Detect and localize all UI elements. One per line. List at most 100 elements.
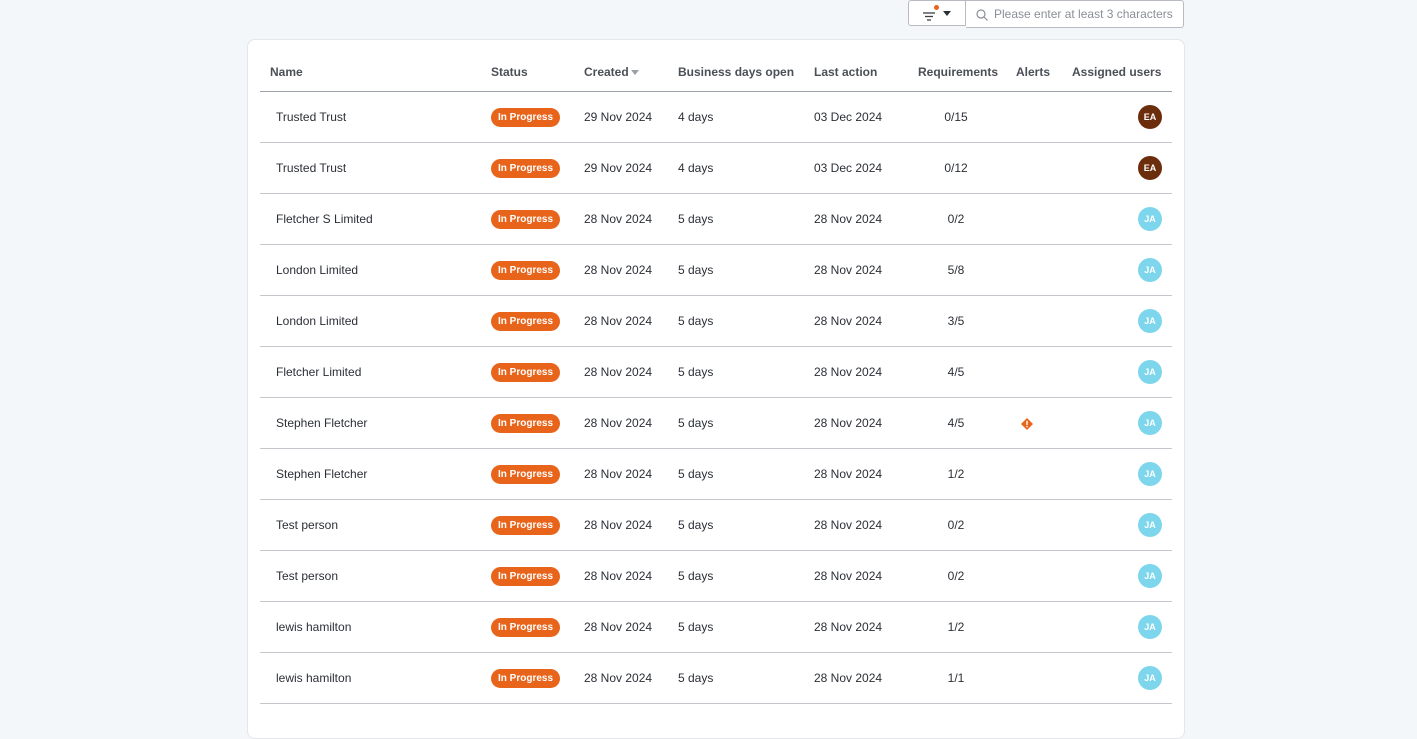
assigned-user-avatar[interactable]: JA [1138,462,1162,486]
table-row[interactable]: London Limited In Progress 28 Nov 2024 5 da… [260,296,1172,347]
case-name[interactable]: Test person [276,551,338,601]
requirements-count: 1/2 [947,467,965,481]
status-badge: In Progress [491,159,561,178]
column-header-assigned-users[interactable]: Assigned users [1072,65,1161,79]
created-date: 28 Nov 2024 [584,518,653,532]
created-date: 28 Nov 2024 [584,671,653,685]
requirements-count: 0/2 [947,569,965,583]
last-action-date: 28 Nov 2024 [814,263,883,277]
created-date: 29 Nov 2024 [584,110,653,124]
business-days-open: 5 days [678,620,714,634]
requirements-count: 4/5 [947,416,965,430]
assigned-user-avatar[interactable]: JA [1138,513,1162,537]
assigned-user-avatar[interactable]: EA [1138,105,1162,129]
last-action-date: 28 Nov 2024 [814,620,883,634]
column-header-alerts[interactable]: Alerts [1016,65,1050,79]
table-row[interactable]: Test person In Progress 28 Nov 2024 5 days 2… [260,500,1172,551]
business-days-open: 4 days [678,161,714,175]
created-date: 28 Nov 2024 [584,263,653,277]
sort-desc-icon [630,70,639,75]
assigned-user-avatar[interactable]: JA [1138,615,1162,639]
requirements-count: 1/1 [947,671,965,685]
requirements-count: 3/5 [947,314,965,328]
column-header-created-label: Created [584,65,629,79]
business-days-open: 4 days [678,110,714,124]
case-name[interactable]: Stephen Fletcher [276,449,367,499]
assigned-user-avatar[interactable]: JA [1138,564,1162,588]
table-header: Name Status Created Business days open L… [260,40,1172,92]
column-header-requirements[interactable]: Requirements [918,65,998,79]
created-date: 29 Nov 2024 [584,161,653,175]
case-name[interactable]: lewis hamilton [276,602,351,652]
last-action-date: 28 Nov 2024 [814,671,883,685]
created-date: 28 Nov 2024 [584,212,653,226]
business-days-open: 5 days [678,416,714,430]
status-badge: In Progress [491,108,561,127]
table-row[interactable]: Trusted Trust In Progress 29 Nov 2024 4 day… [260,143,1172,194]
created-date: 28 Nov 2024 [584,620,653,634]
column-header-last-action[interactable]: Last action [814,65,877,79]
table-row[interactable]: Fletcher Limited In Progress 28 Nov 2024 5 … [260,347,1172,398]
alert-warning-icon[interactable] [1021,417,1033,430]
column-header-created[interactable]: Created [584,65,639,79]
column-header-business-days-open[interactable]: Business days open [678,65,794,79]
last-action-date: 03 Dec 2024 [814,161,883,175]
case-name[interactable]: Stephen Fletcher [276,398,367,448]
status-badge: In Progress [491,567,561,586]
search-box[interactable] [966,0,1184,28]
table-row[interactable]: Stephen Fletcher In Progress 28 Nov 2024 5 … [260,449,1172,500]
case-name[interactable]: London Limited [276,296,358,346]
status-badge: In Progress [491,618,561,637]
business-days-open: 5 days [678,518,714,532]
cases-card: Name Status Created Business days open L… [247,39,1185,739]
table-row[interactable]: Trusted Trust In Progress 29 Nov 2024 4 day… [260,92,1172,143]
column-header-name[interactable]: Name [270,65,303,79]
assigned-user-avatar[interactable]: JA [1138,666,1162,690]
case-name[interactable]: Test person [276,500,338,550]
business-days-open: 5 days [678,314,714,328]
table-row[interactable]: Stephen Fletcher In Progress 28 Nov 2024 5 … [260,398,1172,449]
assigned-user-avatar[interactable]: JA [1138,207,1162,231]
status-badge: In Progress [491,312,561,331]
case-name[interactable]: London Limited [276,245,358,295]
requirements-count: 0/2 [947,212,965,226]
search-input[interactable] [994,7,1174,21]
cases-table: Name Status Created Business days open L… [260,40,1172,704]
table-row[interactable]: Test person In Progress 28 Nov 2024 5 days 2… [260,551,1172,602]
last-action-date: 28 Nov 2024 [814,314,883,328]
status-badge: In Progress [491,414,561,433]
filter-active-indicator [934,5,939,10]
case-name[interactable]: Fletcher S Limited [276,194,373,244]
assigned-user-avatar[interactable]: JA [1138,360,1162,384]
table-row[interactable]: lewis hamilton In Progress 28 Nov 2024 5 da… [260,602,1172,653]
search-icon [976,8,988,21]
table-row[interactable]: London Limited In Progress 28 Nov 2024 5 da… [260,245,1172,296]
case-name[interactable]: Fletcher Limited [276,347,361,397]
table-row[interactable]: Fletcher S Limited In Progress 28 Nov 2024… [260,194,1172,245]
last-action-date: 28 Nov 2024 [814,416,883,430]
requirements-count: 0/2 [947,518,965,532]
status-badge: In Progress [491,210,561,229]
business-days-open: 5 days [678,569,714,583]
assigned-user-avatar[interactable]: EA [1138,156,1162,180]
created-date: 28 Nov 2024 [584,416,653,430]
status-badge: In Progress [491,516,561,535]
created-date: 28 Nov 2024 [584,314,653,328]
status-badge: In Progress [491,261,561,280]
requirements-count: 0/15 [944,110,968,124]
column-header-status[interactable]: Status [491,65,528,79]
case-name[interactable]: Trusted Trust [276,92,346,142]
last-action-date: 03 Dec 2024 [814,110,883,124]
business-days-open: 5 days [678,671,714,685]
business-days-open: 5 days [678,212,714,226]
assigned-user-avatar[interactable]: JA [1138,411,1162,435]
assigned-user-avatar[interactable]: JA [1138,309,1162,333]
case-name[interactable]: lewis hamilton [276,653,351,703]
created-date: 28 Nov 2024 [584,467,653,481]
filter-button[interactable] [908,0,966,26]
table-row[interactable]: lewis hamilton In Progress 28 Nov 2024 5 da… [260,653,1172,704]
assigned-user-avatar[interactable]: JA [1138,258,1162,282]
case-name[interactable]: Trusted Trust [276,143,346,193]
last-action-date: 28 Nov 2024 [814,569,883,583]
chevron-down-icon [943,10,951,16]
